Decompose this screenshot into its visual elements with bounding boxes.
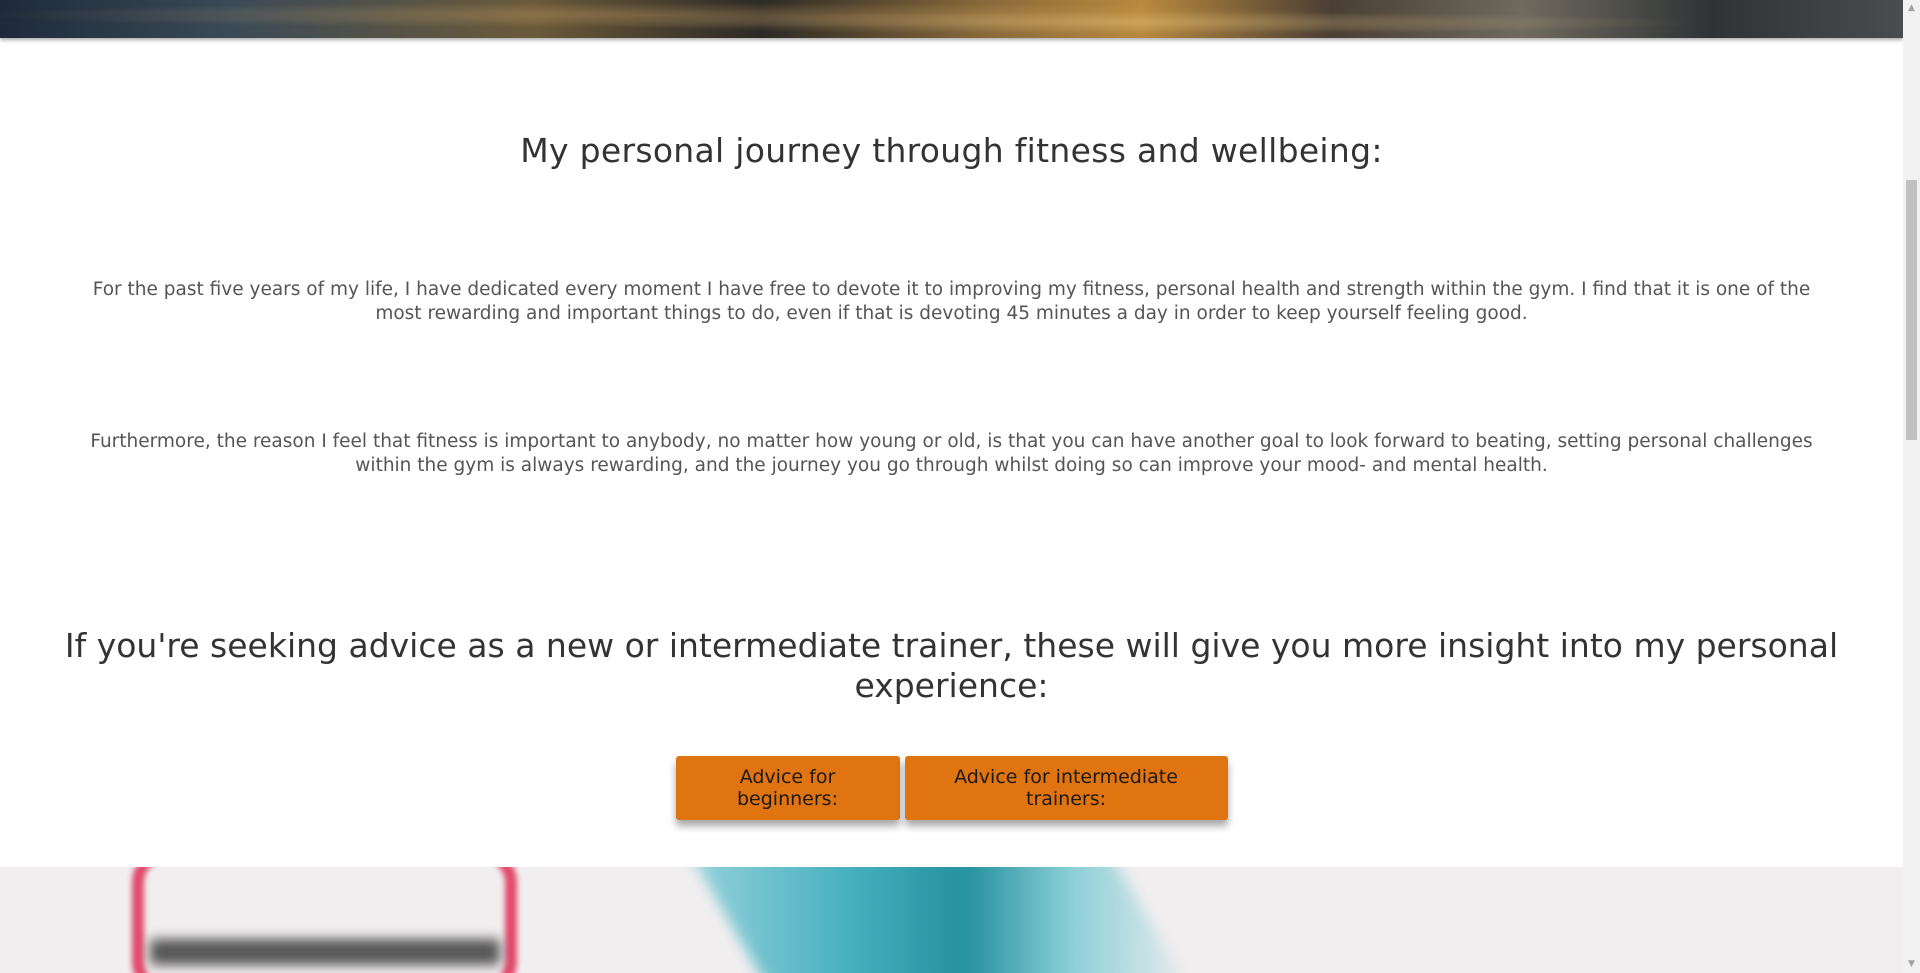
scrollbar-thumb[interactable] <box>1906 180 1917 440</box>
band-handle-grey <box>150 939 500 965</box>
vertical-scrollbar[interactable]: ▲ ▼ <box>1903 0 1920 973</box>
resistance-band-teal <box>680 867 1200 973</box>
scroll-down-arrow-icon[interactable]: ▼ <box>1903 956 1920 973</box>
advice-button-group: Advice for beginners: Advice for interme… <box>0 756 1903 820</box>
beginners-advice-button[interactable]: Advice for beginners: <box>675 756 900 820</box>
hero-image-strip <box>0 0 1903 38</box>
journey-paragraph-2: Furthermore, the reason I feel that fitn… <box>90 431 1813 476</box>
page-viewport: My personal journey through fitness and … <box>0 0 1903 973</box>
journey-paragraph-1: For the past five years of my life, I ha… <box>92 279 1811 324</box>
intermediate-advice-button[interactable]: Advice for intermediate trainers: <box>904 756 1228 820</box>
equipment-background-image <box>0 867 1903 973</box>
scroll-up-arrow-icon[interactable]: ▲ <box>1903 0 1920 17</box>
journey-heading: My personal journey through fitness and … <box>520 131 1383 170</box>
advice-heading: If you're seeking advice as a new or int… <box>64 626 1839 705</box>
